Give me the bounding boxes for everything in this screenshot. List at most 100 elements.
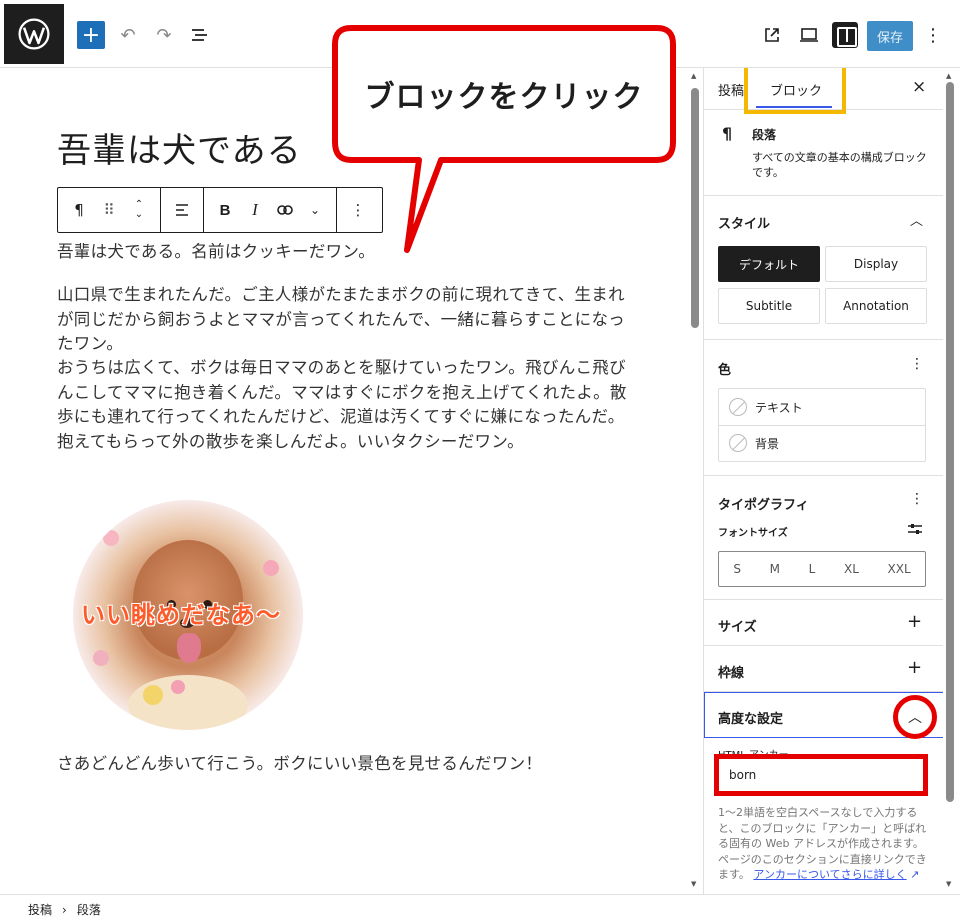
add-block-button[interactable]: + bbox=[77, 21, 105, 49]
block-card: ¶ 段落 すべての文章の基本の構成ブロックです。 bbox=[704, 110, 943, 196]
advanced-panel: 高度な設定 ︿ HTML アンカー born 1〜2単語を空白スペースなしで入力… bbox=[704, 692, 943, 894]
typography-options-icon[interactable]: ⋮ bbox=[910, 491, 924, 507]
flower-decoration bbox=[143, 685, 163, 705]
canvas-scrollbar[interactable]: ▲ ▼ bbox=[689, 68, 700, 894]
close-icon[interactable]: × bbox=[912, 77, 926, 97]
preview-desktop-icon[interactable] bbox=[797, 24, 821, 46]
wordpress-logo[interactable] bbox=[4, 4, 64, 64]
flower-decoration bbox=[93, 650, 109, 666]
breadcrumb-post[interactable]: 投稿 bbox=[28, 901, 52, 918]
advanced-heading: 高度な設定 bbox=[718, 712, 784, 727]
paragraph-icon: ¶ bbox=[722, 124, 733, 143]
block-card-title: 段落 bbox=[752, 128, 777, 142]
document-overview-icon[interactable] bbox=[189, 24, 211, 46]
bold-icon[interactable]: B bbox=[210, 188, 240, 232]
typography-panel: タイポグラフィ ⋮ フォントサイズ S M L XL XXL bbox=[704, 476, 943, 600]
font-size-picker: S M L XL XXL bbox=[718, 551, 926, 587]
more-options-icon[interactable]: ⋮ bbox=[924, 24, 942, 46]
flower-decoration bbox=[171, 680, 185, 694]
anchor-help-text: 1〜2単語を空白スペースなしで入力すると、このブロックに「アンカー」と呼ばれる固… bbox=[718, 805, 932, 883]
anchor-help-link[interactable]: アンカーについてさらに詳しく bbox=[753, 868, 906, 881]
italic-icon[interactable]: I bbox=[240, 188, 270, 232]
settings-sidebar-toggle[interactable] bbox=[832, 22, 858, 48]
anchor-highlight-box: born bbox=[714, 754, 928, 796]
styles-heading[interactable]: スタイル bbox=[718, 213, 770, 232]
redo-icon[interactable]: ↷ bbox=[153, 24, 175, 46]
sidebar-scrollbar[interactable]: ▲ ▼ bbox=[944, 68, 956, 894]
view-post-icon[interactable] bbox=[761, 24, 783, 46]
block-toolbar-group-type: ¶ ⠿ ⌃ ⌄ bbox=[58, 188, 161, 232]
scroll-up-arrow-icon[interactable]: ▲ bbox=[946, 72, 951, 80]
photo-caption: いい眺めだなあ～ bbox=[81, 601, 281, 629]
divider bbox=[719, 425, 925, 426]
font-size-s[interactable]: S bbox=[733, 562, 741, 576]
color-options-icon[interactable]: ⋮ bbox=[910, 356, 924, 372]
color-list: テキスト 背景 bbox=[718, 388, 926, 462]
color-background-item[interactable]: 背景 bbox=[729, 434, 779, 452]
breadcrumb-separator-icon: › bbox=[62, 902, 67, 917]
plus-icon[interactable]: + bbox=[907, 657, 922, 678]
plus-icon[interactable]: + bbox=[907, 611, 922, 632]
paragraph-icon[interactable]: ¶ bbox=[64, 188, 94, 232]
block-toolbar-group-align bbox=[161, 188, 204, 232]
font-size-xl[interactable]: XL bbox=[844, 562, 859, 576]
style-default-button[interactable]: デフォルト bbox=[718, 246, 820, 282]
paragraph-block[interactable]: さあどんどん歩いて行こう。ボクにいい景色を見せるんだワン！ bbox=[57, 752, 627, 777]
undo-icon[interactable]: ↶ bbox=[117, 24, 139, 46]
style-subtitle-button[interactable]: Subtitle bbox=[718, 288, 820, 324]
align-left-icon[interactable] bbox=[167, 188, 197, 232]
block-breadcrumb: 投稿 › 段落 bbox=[0, 894, 960, 924]
breadcrumb-paragraph[interactable]: 段落 bbox=[77, 901, 101, 918]
swatch-empty-icon bbox=[729, 434, 747, 452]
move-up-down-icon[interactable]: ⌃ ⌄ bbox=[124, 188, 154, 232]
font-size-label: フォントサイズ bbox=[718, 528, 788, 539]
sidebar-scrollbar-thumb[interactable] bbox=[946, 82, 954, 802]
color-panel: 色 ⋮ テキスト 背景 bbox=[704, 340, 943, 476]
external-link-icon: ↗ bbox=[906, 868, 920, 881]
chevron-up-icon[interactable]: ︿ bbox=[893, 695, 937, 739]
color-heading: 色 bbox=[718, 363, 732, 378]
styles-panel: スタイル ︿ デフォルト Display Subtitle Annotation bbox=[704, 196, 943, 340]
scroll-up-arrow-icon[interactable]: ▲ bbox=[691, 72, 696, 80]
dog-photo-image[interactable]: いい眺めだなあ～ bbox=[73, 500, 303, 730]
size-panel[interactable]: サイズ + bbox=[704, 600, 943, 646]
typography-heading: タイポグラフィ bbox=[718, 498, 809, 513]
sidebar-tabs: 投稿 ブロック × bbox=[704, 68, 943, 114]
canvas-scrollbar-thumb[interactable] bbox=[691, 88, 699, 328]
dog-tongue bbox=[177, 633, 201, 663]
style-display-button[interactable]: Display bbox=[825, 246, 927, 282]
chevron-up-icon[interactable]: ︿ bbox=[910, 210, 923, 229]
swatch-empty-icon bbox=[729, 398, 747, 416]
callout-text: ブロックをクリック bbox=[364, 80, 644, 115]
settings-sidebar: 投稿 ブロック × ¶ 段落 すべての文章の基本の構成ブロックです。 スタイル … bbox=[703, 68, 943, 894]
flower-decoration bbox=[103, 530, 119, 546]
font-size-m[interactable]: M bbox=[770, 562, 780, 576]
save-button[interactable]: 保存 bbox=[867, 21, 913, 51]
paragraph-block[interactable]: 山口県で生まれたんだ。ご主人様がたまたまボクの前に現れてきて、生まれが同じだから… bbox=[57, 283, 627, 357]
color-text-label: テキスト bbox=[755, 400, 803, 415]
wordpress-icon bbox=[18, 18, 50, 50]
font-size-xxl[interactable]: XXL bbox=[888, 562, 911, 576]
tab-highlight-box bbox=[744, 68, 846, 114]
color-text-item[interactable]: テキスト bbox=[729, 398, 803, 416]
font-size-settings-icon[interactable] bbox=[908, 520, 922, 539]
style-annotation-button[interactable]: Annotation bbox=[825, 288, 927, 324]
border-panel[interactable]: 枠線 + bbox=[704, 646, 943, 692]
link-icon[interactable] bbox=[270, 188, 300, 232]
html-anchor-input[interactable]: born bbox=[723, 763, 919, 787]
chevron-down-icon[interactable]: ⌄ bbox=[300, 188, 330, 232]
post-title[interactable]: 吾輩は犬である bbox=[57, 123, 302, 172]
flower-decoration bbox=[263, 560, 279, 576]
block-card-description: すべての文章の基本の構成ブロックです。 bbox=[752, 151, 927, 179]
callout-bubble bbox=[332, 25, 676, 253]
border-heading: 枠線 bbox=[718, 666, 745, 681]
font-size-l[interactable]: L bbox=[809, 562, 816, 576]
paragraph-block[interactable]: おうちは広くて、ボクは毎日ママのあとを駆けていったワン。飛びんこ飛びんこしてママ… bbox=[57, 356, 627, 454]
tab-post[interactable]: 投稿 bbox=[718, 80, 744, 99]
block-toolbar-group-format: B I ⌄ bbox=[204, 188, 337, 232]
drag-handle-icon[interactable]: ⠿ bbox=[94, 188, 124, 232]
scroll-down-arrow-icon[interactable]: ▼ bbox=[946, 880, 951, 888]
size-heading: サイズ bbox=[718, 620, 757, 635]
color-background-label: 背景 bbox=[755, 436, 780, 451]
scroll-down-arrow-icon[interactable]: ▼ bbox=[691, 880, 696, 888]
